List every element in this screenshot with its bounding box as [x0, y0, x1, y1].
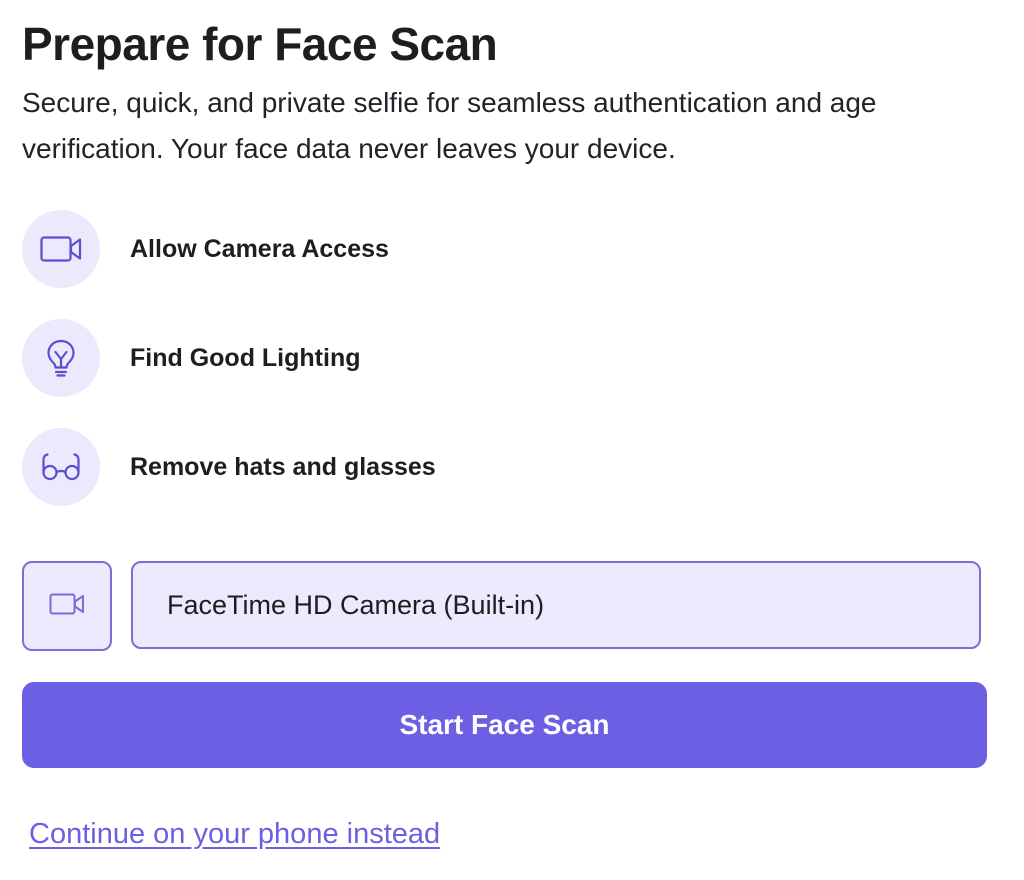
step-label: Remove hats and glasses	[130, 453, 436, 481]
page-subtitle: Secure, quick, and private selfie for se…	[22, 87, 877, 164]
camera-toggle-button[interactable]	[22, 561, 112, 651]
step-label: Find Good Lighting	[130, 344, 361, 372]
video-camera-icon	[22, 210, 100, 288]
camera-selection-row: FaceTime HD Camera (Built-in)	[22, 561, 982, 651]
camera-select[interactable]: FaceTime HD Camera (Built-in)	[131, 561, 981, 649]
glasses-icon	[22, 428, 100, 506]
lightbulb-icon	[22, 319, 100, 397]
page-title: Prepare for Face Scan	[22, 18, 498, 70]
continue-on-phone-link[interactable]: Continue on your phone instead	[29, 814, 440, 854]
step-allow-camera-access: Allow Camera Access	[22, 210, 722, 288]
step-find-good-lighting: Find Good Lighting	[22, 319, 722, 397]
camera-select-value: FaceTime HD Camera (Built-in)	[167, 590, 545, 620]
video-camera-icon	[49, 593, 85, 620]
preparation-steps: Allow Camera Access Find Good Lighting R…	[22, 210, 722, 537]
start-face-scan-button[interactable]: Start Face Scan	[22, 682, 987, 768]
step-remove-hats-and-glasses: Remove hats and glasses	[22, 428, 722, 506]
step-label: Allow Camera Access	[130, 235, 389, 263]
